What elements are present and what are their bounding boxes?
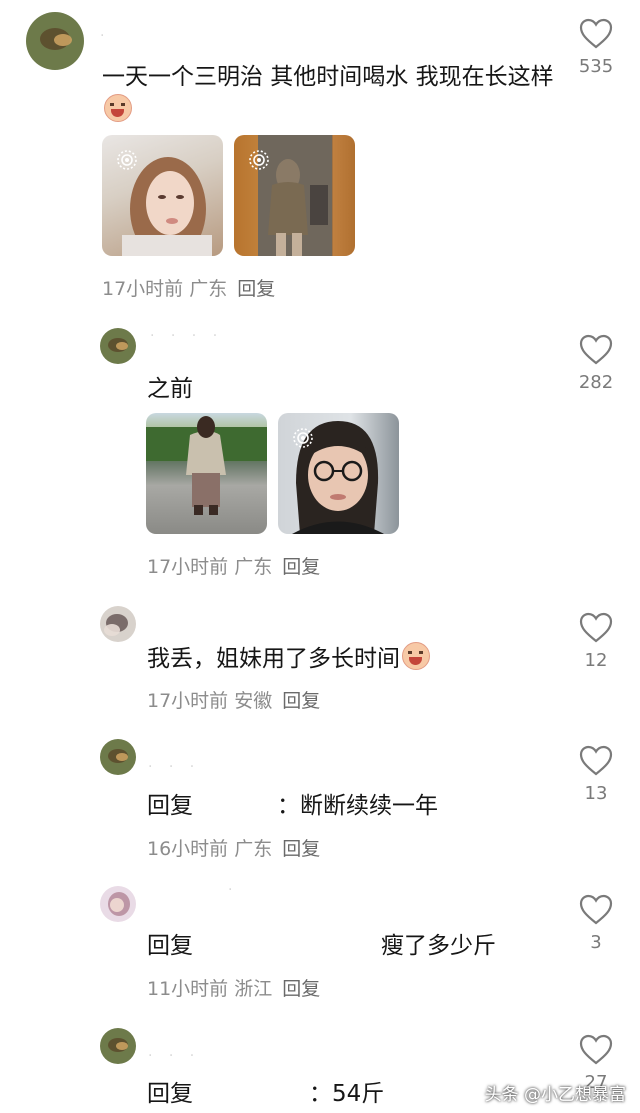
heart-icon [579,745,613,776]
comment-time: 16小时前 [147,838,229,860]
comment-text-content: 瘦了多少斤 [381,933,496,959]
comment-meta: 17小时前 安徽 回复 [147,686,326,713]
comment-meta: 11小时前 浙江 回复 [147,974,326,1001]
avatar[interactable] [100,886,136,922]
comment-photo-1[interactable] [102,135,223,256]
avatar[interactable] [100,328,136,364]
comment-photo-2[interactable] [278,413,399,534]
username-redacted: · · · [148,1048,201,1064]
comment-text-content: 我丢，姐妹用了多长时间 [147,646,400,672]
heart-icon [579,894,613,925]
reply-prefix: 回复 [147,793,193,819]
avatar[interactable] [26,12,84,70]
comment-text-content: 一天一个三明治 其他时间喝水 我现在长这样 [102,64,554,90]
like-button[interactable]: 282 [574,334,618,393]
like-button[interactable]: 12 [574,612,618,671]
comment-4: · · · 回复 ：断断续续一年 16小时前 广东 回复 13 [0,735,640,865]
comment-location: 广东 [234,556,273,578]
comment-time: 11小时前 [147,978,229,1000]
comment-3: 我丢，姐妹用了多长时间 17小时前 安徽 回复 12 [0,600,640,720]
reply-button[interactable]: 回复 [282,838,320,860]
username-redacted: · [100,28,111,44]
comment-meta: 17小时前 广东 回复 [102,274,281,301]
reply-button[interactable]: 回复 [282,556,320,578]
comment-text-content: 之前 [147,376,193,402]
live-photo-icon [249,150,269,170]
like-button[interactable]: 3 [574,894,618,953]
avatar[interactable] [100,606,136,642]
comment-text-content: ：断断续续一年 [277,793,438,819]
avatar[interactable] [100,739,136,775]
like-count: 13 [584,783,608,804]
comment-time: 17小时前 [147,690,229,712]
comment-text: 回复 ：54斤 [147,1077,384,1111]
like-count: 12 [584,650,608,671]
reply-prefix: 回复 [147,1081,193,1107]
live-photo-icon [293,428,313,448]
username-redacted: · · · · [150,328,224,344]
comment-meta: 17小时前 广东 回复 [147,552,326,579]
live-photo-icon [117,150,137,170]
like-count: 3 [590,932,602,953]
comment-5: · 回复 瘦了多少斤 11小时前 浙江 回复 3 [0,880,640,1010]
like-count: 535 [578,56,614,77]
reply-button[interactable]: 回复 [282,690,320,712]
crying-face-emoji [402,642,430,670]
comment-1: · 一天一个三明治 其他时间喝水 我现在长这样 17小时前 广东 回复 535 [0,0,640,310]
comment-location: 广东 [234,838,273,860]
comment-time: 17小时前 [147,556,229,578]
username-redacted: · · · [148,759,201,775]
comment-location: 浙江 [234,978,273,1000]
heart-icon [579,612,613,643]
heart-icon [579,334,613,365]
avatar[interactable] [100,1028,136,1064]
heart-icon [579,1034,613,1065]
reply-prefix: 回复 [147,933,193,959]
like-count: 282 [578,372,614,393]
comment-text: 回复 瘦了多少斤 [147,929,496,963]
reply-button[interactable]: 回复 [282,978,320,1000]
comment-2: · · · · 之前 17小时前 广东 回复 282 [0,320,640,590]
comment-text: 我丢，姐妹用了多长时间 [147,642,430,676]
crying-face-emoji [104,94,132,122]
comment-photo-2[interactable] [234,135,355,256]
comment-location: 广东 [189,278,228,300]
comment-text-content: ：54斤 [309,1081,385,1107]
comment-text: 一天一个三明治 其他时间喝水 我现在长这样 [102,60,562,128]
comment-location: 安徽 [234,690,273,712]
reply-button[interactable]: 回复 [237,278,275,300]
comment-text: 回复 ：断断续续一年 [147,789,438,823]
like-button[interactable]: 13 [574,745,618,804]
comment-meta: 16小时前 广东 回复 [147,834,326,861]
heart-icon [579,18,613,49]
comment-text: 之前 [147,372,193,406]
comment-time: 17小时前 [102,278,184,300]
like-button[interactable]: 535 [574,18,618,77]
comment-photo-1[interactable] [146,413,267,534]
username-redacted: · [228,882,239,898]
watermark: 头条 @小乙想暴富 [484,1085,626,1105]
